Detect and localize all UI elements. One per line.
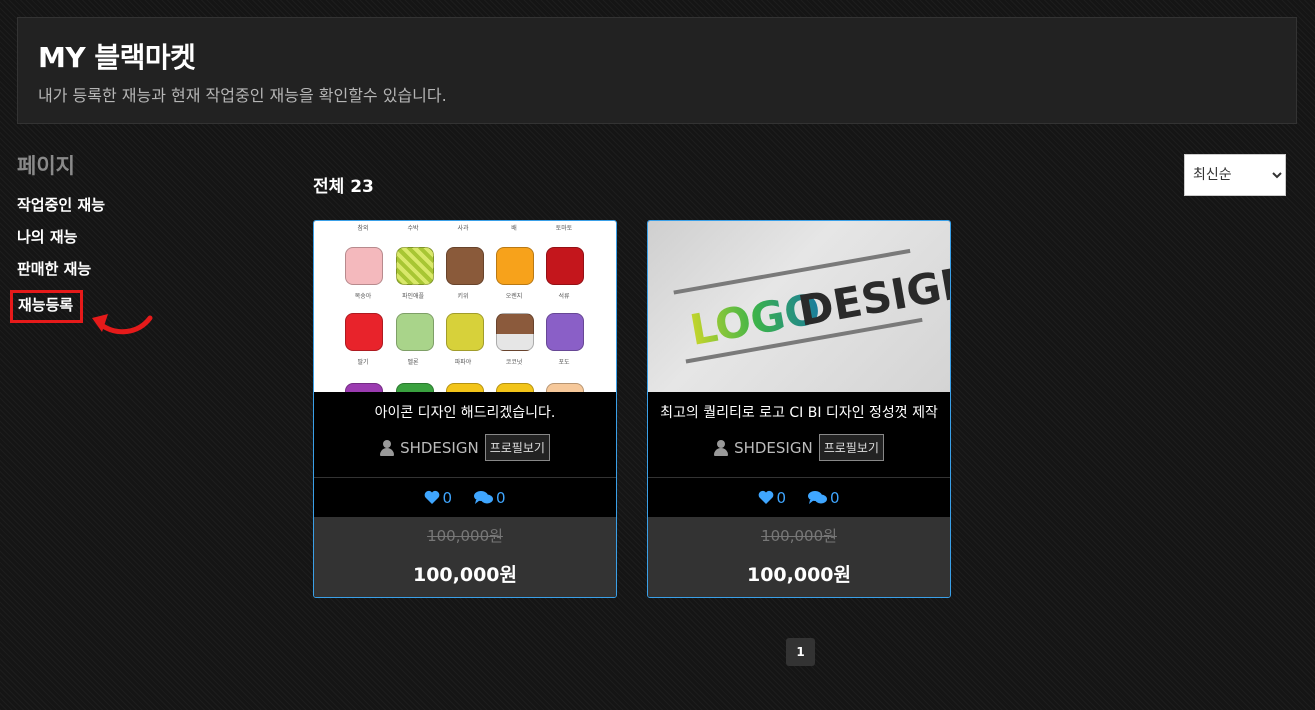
page-subtitle: 내가 등록한 재능과 현재 작업중인 재능을 확인할수 있습니다. <box>38 86 447 105</box>
seller-info: SHDESIGN 프로필보기 <box>648 434 950 461</box>
peach-app-icon <box>345 247 383 285</box>
comments-count: 0 <box>830 488 840 507</box>
product-card[interactable]: 참외 수박 사과 배 토마토 복숭아 파인애플 키위 오렌지 석류 딸기 멜론 … <box>313 220 617 598</box>
price-area: 100,000원 100,000원 <box>648 517 950 597</box>
product-thumbnail[interactable]: LOGO DESIGN <box>648 221 950 392</box>
curved-arrow-icon <box>92 314 153 335</box>
profile-button[interactable]: 프로필보기 <box>484 434 550 461</box>
fruit-app-icon <box>396 383 434 392</box>
likes-stat[interactable]: 0 <box>424 489 452 507</box>
page-header: MY 블랙마켓 내가 등록한 재능과 현재 작업중인 재능을 확인할수 있습니다… <box>17 17 1297 124</box>
logo-design-image: LOGO DESIGN <box>648 221 950 392</box>
melon-app-icon <box>396 313 434 351</box>
thumb-label: 코코넛 <box>505 359 523 366</box>
seller-info: SHDESIGN 프로필보기 <box>314 434 616 461</box>
pineapple-app-icon <box>396 247 434 285</box>
card-body: 최고의 퀄리티로 로고 CI BI 디자인 정성껏 제작 SHDESIGN 프로… <box>648 392 950 478</box>
thumb-label: 복숭아 <box>354 293 372 300</box>
thumb-label: 멜론 <box>407 359 419 366</box>
sidebar-heading: 페이지 <box>17 154 75 178</box>
likes-stat[interactable]: 0 <box>758 489 786 507</box>
thumb-label: 포도 <box>558 359 570 366</box>
logo-design-graphic: LOGO DESIGN <box>673 248 950 364</box>
thumb-label: 키위 <box>457 293 469 300</box>
heart-icon <box>425 490 440 504</box>
heart-icon <box>759 490 774 504</box>
orange-app-icon <box>496 247 534 285</box>
user-icon <box>380 439 395 456</box>
sidebar: 페이지 작업중인 재능 나의 재능 판매한 재능 재능등록 <box>10 150 217 323</box>
product-title[interactable]: 최고의 퀄리티로 로고 CI BI 디자인 정성껏 제작 <box>648 402 950 422</box>
kiwi-app-icon <box>446 247 484 285</box>
grape-app-icon <box>546 313 584 351</box>
thumb-label: 딸기 <box>357 359 369 366</box>
pomegranate-app-icon <box>546 247 584 285</box>
profile-button[interactable]: 프로필보기 <box>818 434 884 461</box>
card-stats: 0 0 <box>648 478 950 517</box>
fruit-icons-image: 참외 수박 사과 배 토마토 복숭아 파인애플 키위 오렌지 석류 딸기 멜론 … <box>314 221 616 392</box>
sort-select[interactable]: 최신순 <box>1184 154 1286 196</box>
product-thumbnail[interactable]: 참외 수박 사과 배 토마토 복숭아 파인애플 키위 오렌지 석류 딸기 멜론 … <box>314 221 616 392</box>
fruit-app-icon <box>345 383 383 392</box>
strawberry-app-icon <box>345 313 383 351</box>
comments-icon <box>474 491 493 504</box>
sale-price: 100,000원 <box>412 564 518 586</box>
thumb-label: 참외 <box>357 225 369 232</box>
likes-count: 0 <box>776 488 786 507</box>
fruit-app-icon <box>496 383 534 392</box>
comments-stat[interactable]: 0 <box>808 489 840 507</box>
sidebar-item-sold[interactable]: 판매한 재능 <box>17 258 217 290</box>
fruit-app-icon <box>546 383 584 392</box>
sidebar-item-in-progress[interactable]: 작업중인 재능 <box>17 194 217 226</box>
thumb-label: 오렌지 <box>505 293 523 300</box>
sale-price: 100,000원 <box>746 564 852 586</box>
product-title[interactable]: 아이콘 디자인 해드리겠습니다. <box>314 402 616 422</box>
comments-count: 0 <box>496 488 506 507</box>
thumb-label: 배 <box>511 225 517 232</box>
thumb-label: 석류 <box>558 293 570 300</box>
likes-count: 0 <box>442 488 452 507</box>
coconut-app-icon <box>496 313 534 351</box>
page-title: MY 블랙마켓 <box>38 41 196 74</box>
pagination-page-1[interactable]: 1 <box>786 638 815 666</box>
seller-name: SHDESIGN <box>734 438 813 457</box>
fruit-app-icon <box>446 383 484 392</box>
thumb-label: 파인애플 <box>401 293 425 300</box>
thumb-label: 토마토 <box>555 225 573 232</box>
product-card[interactable]: LOGO DESIGN 최고의 퀄리티로 로고 CI BI 디자인 정성껏 제작… <box>647 220 951 598</box>
comments-icon <box>808 491 827 504</box>
seller-name: SHDESIGN <box>400 438 479 457</box>
papaya-app-icon <box>446 313 484 351</box>
sidebar-item-my-talents[interactable]: 나의 재능 <box>17 226 217 258</box>
original-price: 100,000원 <box>427 527 503 545</box>
price-area: 100,000원 100,000원 <box>314 517 616 597</box>
thumb-label: 수박 <box>407 225 419 232</box>
card-body: 아이콘 디자인 해드리겠습니다. SHDESIGN 프로필보기 <box>314 392 616 478</box>
total-count: 전체 23 <box>313 177 374 197</box>
sidebar-item-register-label: 재능등록 <box>10 290 84 323</box>
comments-stat[interactable]: 0 <box>474 489 506 507</box>
thumb-label: 파파야 <box>454 359 472 366</box>
user-icon <box>714 439 729 456</box>
thumb-label: 사과 <box>457 225 469 232</box>
card-stats: 0 0 <box>314 478 616 517</box>
original-price: 100,000원 <box>761 527 837 545</box>
